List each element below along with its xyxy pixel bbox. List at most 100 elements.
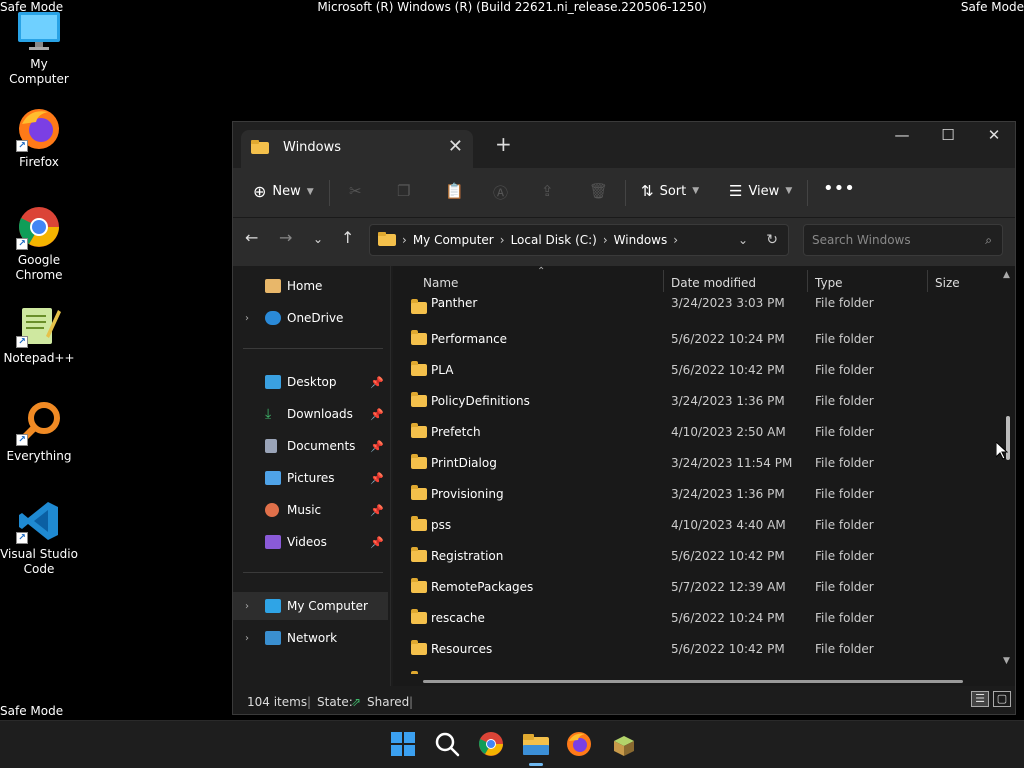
breadcrumb-windows[interactable]: Windows bbox=[614, 233, 668, 247]
expand-chevron-icon[interactable]: › bbox=[245, 633, 249, 644]
tab-windows[interactable]: Windows ✕ bbox=[241, 130, 473, 168]
table-row[interactable]: PolicyDefinitions 3/24/2023 1:36 PM File… bbox=[393, 387, 999, 418]
recent-locations-chevron-icon[interactable]: ⌄ bbox=[313, 232, 323, 246]
more-options-icon[interactable]: ••• bbox=[823, 178, 855, 199]
close-window-icon[interactable]: ✕ bbox=[971, 126, 1017, 144]
chrome-icon: ↗ bbox=[16, 204, 62, 250]
column-separator[interactable] bbox=[807, 270, 808, 292]
view-button[interactable]: ☰ View ▼ bbox=[729, 182, 792, 200]
nav-item-downloads[interactable]: ⤓ Downloads 📌 bbox=[233, 400, 388, 428]
tiles-view-icon[interactable]: ▢ bbox=[993, 691, 1011, 707]
table-row[interactable]: PrintDialog 3/24/2023 11:54 PM File fold… bbox=[393, 449, 999, 480]
new-label: New bbox=[272, 184, 301, 199]
file-name: rescache bbox=[431, 611, 485, 625]
horizontal-scrollbar[interactable] bbox=[423, 680, 963, 683]
back-arrow-icon[interactable]: ← bbox=[245, 228, 258, 247]
nav-item-videos[interactable]: Videos 📌 bbox=[233, 528, 388, 556]
nav-item-pictures[interactable]: Pictures 📌 bbox=[233, 464, 388, 492]
folder-icon bbox=[411, 361, 427, 376]
forward-arrow-icon[interactable]: → bbox=[279, 228, 292, 247]
vertical-scrollbar[interactable]: ▲ ▼ bbox=[1001, 266, 1015, 686]
close-tab-icon[interactable]: ✕ bbox=[448, 136, 463, 157]
minimize-icon[interactable]: — bbox=[879, 126, 925, 144]
new-button[interactable]: ⊕ New ▼ bbox=[253, 182, 314, 201]
shortcut-arrow-icon: ↗ bbox=[16, 336, 28, 348]
table-row[interactable]: Prefetch 4/10/2023 2:50 AM File folder bbox=[393, 418, 999, 449]
column-header-date[interactable]: Date modified bbox=[671, 276, 756, 290]
up-arrow-icon[interactable]: ↑ bbox=[341, 228, 354, 247]
file-type: File folder bbox=[815, 642, 874, 656]
pin-icon[interactable]: 📌 bbox=[370, 536, 384, 549]
desktop-icon-vscode[interactable]: ↗ Visual Studio Code bbox=[0, 498, 78, 577]
pin-icon[interactable]: 📌 bbox=[370, 504, 384, 517]
breadcrumb-local-disk[interactable]: Local Disk (C:) bbox=[511, 233, 597, 247]
nav-label: My Computer bbox=[287, 599, 368, 613]
search-icon[interactable] bbox=[434, 731, 462, 759]
scroll-up-icon[interactable]: ▲ bbox=[1003, 270, 1010, 280]
column-separator[interactable] bbox=[663, 270, 664, 292]
cut-icon[interactable]: ✂ bbox=[349, 182, 362, 200]
table-row[interactable]: Panther 3/24/2023 3:03 PM File folder bbox=[393, 294, 999, 325]
new-tab-icon[interactable]: + bbox=[495, 132, 512, 156]
nav-item-music[interactable]: Music 📌 bbox=[233, 496, 388, 524]
column-header-type[interactable]: Type bbox=[815, 276, 843, 290]
table-row[interactable]: Registration 5/6/2022 10:42 PM File fold… bbox=[393, 542, 999, 573]
expand-chevron-icon[interactable]: › bbox=[245, 601, 249, 612]
desktop-icon-notepadpp[interactable]: ↗ Notepad++ bbox=[0, 302, 78, 366]
firefox-icon[interactable] bbox=[566, 731, 594, 759]
table-row[interactable]: Provisioning 3/24/2023 1:36 PM File fold… bbox=[393, 480, 999, 511]
windows-start-icon[interactable] bbox=[390, 731, 418, 759]
column-header-name[interactable]: Name bbox=[423, 276, 458, 290]
desktop-icon-everything[interactable]: ↗ Everything bbox=[0, 400, 78, 464]
table-row[interactable]: RemotePackages 5/7/2022 12:39 AM File fo… bbox=[393, 573, 999, 604]
file-explorer-icon[interactable] bbox=[522, 731, 550, 766]
music-icon bbox=[265, 503, 279, 517]
table-row[interactable]: PLA 5/6/2022 10:42 PM File folder bbox=[393, 356, 999, 387]
scroll-down-icon[interactable]: ▼ bbox=[1003, 656, 1010, 666]
nav-item-my-computer[interactable]: › My Computer bbox=[233, 592, 388, 620]
pin-icon[interactable]: 📌 bbox=[370, 376, 384, 389]
paste-icon[interactable]: 📋 bbox=[445, 182, 464, 200]
folder-icon bbox=[411, 392, 427, 407]
nav-label: Downloads bbox=[287, 407, 353, 421]
address-dropdown-icon[interactable]: ⌄ bbox=[738, 233, 748, 247]
rename-icon[interactable]: Ⓐ bbox=[493, 182, 508, 203]
delete-icon[interactable]: 🗑 bbox=[589, 182, 608, 200]
column-header-size[interactable]: Size bbox=[935, 276, 960, 290]
chrome-icon[interactable] bbox=[478, 731, 506, 759]
sort-ascending-icon: ⌃ bbox=[537, 266, 546, 277]
table-row[interactable]: pss 4/10/2023 4:40 AM File folder bbox=[393, 511, 999, 542]
pin-icon[interactable]: 📌 bbox=[370, 440, 384, 453]
breadcrumb-my-computer[interactable]: My Computer bbox=[413, 233, 494, 247]
computer-icon bbox=[265, 599, 281, 613]
nav-item-onedrive[interactable]: › OneDrive bbox=[233, 304, 388, 332]
folder-icon bbox=[411, 454, 427, 469]
column-separator[interactable] bbox=[927, 270, 928, 292]
share-icon[interactable]: ⇪ bbox=[541, 182, 554, 200]
nav-item-home[interactable]: Home bbox=[233, 272, 388, 300]
app-icon[interactable] bbox=[610, 731, 638, 759]
nav-item-desktop[interactable]: Desktop 📌 bbox=[233, 368, 388, 396]
details-view-icon[interactable]: ☰ bbox=[971, 691, 989, 707]
pin-icon[interactable]: 📌 bbox=[370, 472, 384, 485]
sort-button[interactable]: ⇅ Sort ▼ bbox=[641, 182, 699, 200]
search-input[interactable]: Search Windows ⌕ bbox=[803, 224, 1003, 256]
pin-icon[interactable]: 📌 bbox=[370, 408, 384, 421]
table-row[interactable]: Resources 5/6/2022 10:42 PM File folder bbox=[393, 635, 999, 666]
desktop-icon-my-computer[interactable]: My Computer bbox=[0, 8, 78, 87]
sort-label: Sort bbox=[659, 183, 687, 199]
table-row[interactable]: Performance 5/6/2022 10:24 PM File folde… bbox=[393, 325, 999, 356]
nav-item-documents[interactable]: Documents 📌 bbox=[233, 432, 388, 460]
address-bar[interactable]: › My Computer › Local Disk (C:) › Window… bbox=[369, 224, 789, 256]
desktop-icon-chrome[interactable]: ↗ Google Chrome bbox=[0, 204, 78, 283]
nav-item-network[interactable]: › Network bbox=[233, 624, 388, 652]
desktop-icon-label: Google Chrome bbox=[15, 253, 63, 282]
desktop-icon-firefox[interactable]: ↗ Firefox bbox=[0, 106, 78, 170]
expand-chevron-icon[interactable]: › bbox=[245, 313, 249, 324]
table-row-partial[interactable] bbox=[393, 666, 999, 674]
maximize-icon[interactable]: ☐ bbox=[925, 126, 971, 144]
file-name: Performance bbox=[431, 332, 508, 346]
copy-icon[interactable]: ❐ bbox=[397, 182, 410, 200]
refresh-icon[interactable]: ↻ bbox=[766, 232, 778, 248]
table-row[interactable]: rescache 5/6/2022 10:24 PM File folder bbox=[393, 604, 999, 635]
